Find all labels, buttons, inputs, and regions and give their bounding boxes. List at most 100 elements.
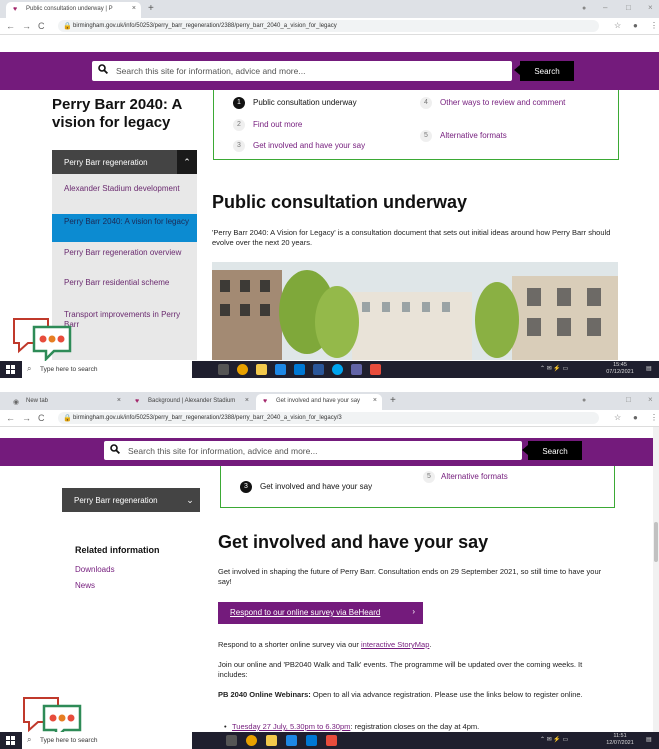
close-tab-icon[interactable]: × xyxy=(373,397,377,404)
taskbar-search-box[interactable]: ⌕ Type here to search xyxy=(22,732,192,749)
storymap-link[interactable]: interactive StoryMap xyxy=(361,640,429,649)
maximize-icon[interactable]: □ xyxy=(626,395,631,404)
contents-link[interactable]: Alternative formats xyxy=(440,131,507,141)
browser-tab-bar: ◉ New tab × ♥ Background | Alexander Sta… xyxy=(0,392,659,410)
url-text: birmingham.gov.uk/info/50253/perry_barr_… xyxy=(73,415,342,421)
tab-title: Public consultation underway | P xyxy=(26,6,113,12)
webinar-date-link[interactable]: Tuesday 27 July, 5.30pm to 6.30pm xyxy=(232,722,350,731)
back-icon[interactable]: ← xyxy=(6,413,15,423)
system-tray-icons[interactable]: ⌃ ✉ ⚡ ▭ xyxy=(540,365,568,372)
forward-icon[interactable]: → xyxy=(22,413,31,423)
intro-paragraph: Get involved in shaping the future of Pe… xyxy=(218,567,602,586)
heart-favicon-icon: ♥ xyxy=(135,398,140,405)
screenshot-1: ♥ Public consultation underway | P × + ●… xyxy=(0,0,659,378)
edge-icon[interactable] xyxy=(275,364,286,375)
subnav-item[interactable]: Perry Barr regeneration overview xyxy=(52,248,197,258)
clock-date: 07/12/2021 xyxy=(606,369,634,375)
subnav-item[interactable]: Alexander Stadium development xyxy=(52,184,197,194)
url-field[interactable]: 🔒 birmingham.gov.uk/info/50253/perry_bar… xyxy=(58,20,599,32)
file-explorer-icon[interactable] xyxy=(266,735,277,746)
notification-icon[interactable]: ▤ xyxy=(646,365,652,372)
browser-tab[interactable]: ♥ Background | Alexander Stadium × xyxy=(128,394,254,410)
windows-start-icon[interactable] xyxy=(6,736,15,745)
teams-icon[interactable] xyxy=(351,364,362,375)
beheard-survey-button[interactable]: Respond to our online survey via BeHeard… xyxy=(218,602,423,624)
related-information-heading: Related information xyxy=(75,545,160,555)
chat-widget-icon[interactable] xyxy=(12,313,82,363)
task-view-icon[interactable] xyxy=(218,364,229,375)
chrome-icon[interactable] xyxy=(237,364,248,375)
bookmark-star-icon[interactable]: ☆ xyxy=(614,413,621,422)
site-search-input[interactable]: Search this site for information, advice… xyxy=(92,61,512,81)
close-tab-icon[interactable]: × xyxy=(132,5,136,12)
related-link-downloads[interactable]: Downloads xyxy=(75,565,115,574)
profile-icon[interactable]: ● xyxy=(582,5,586,12)
site-header: Search this site for information, advice… xyxy=(0,52,659,90)
taskbar-clock[interactable]: 11:51 12/07/2021 xyxy=(600,733,640,747)
scrollbar-thumb[interactable] xyxy=(654,522,658,562)
browser-tab[interactable]: ◉ New tab × xyxy=(6,394,126,410)
page-scrollbar[interactable] xyxy=(653,427,659,732)
reload-icon[interactable]: C xyxy=(38,413,45,423)
taskbar-search-text: Type here to search xyxy=(40,366,98,373)
new-tab-icon[interactable]: + xyxy=(148,3,154,14)
taskbar-search-box[interactable]: ⌕ Type here to search xyxy=(22,361,192,378)
app-icon[interactable] xyxy=(370,364,381,375)
notification-icon[interactable]: ▤ xyxy=(646,736,652,743)
windows-taskbar: ⌕ Type here to search ⌃ ✉ ⚡ ▭ 11:51 12/0… xyxy=(0,732,659,749)
edge-icon[interactable] xyxy=(286,735,297,746)
profile-icon[interactable]: ● xyxy=(582,397,586,404)
taskbar-clock[interactable]: 15:45 07/12/2021 xyxy=(600,362,640,376)
heart-favicon-icon: ♥ xyxy=(13,6,18,13)
close-tab-icon[interactable]: × xyxy=(245,397,249,404)
close-tab-icon[interactable]: × xyxy=(117,397,121,404)
reload-icon[interactable]: C xyxy=(38,21,45,31)
contents-link[interactable]: Get involved and have your say xyxy=(253,141,365,151)
screenshot-2: ◉ New tab × ♥ Background | Alexander Sta… xyxy=(0,392,659,749)
tab-title: New tab xyxy=(26,398,49,404)
url-field[interactable]: 🔒 birmingham.gov.uk/info/50253/perry_bar… xyxy=(58,412,599,424)
browser-tab-active[interactable]: ♥ Get involved and have your say × xyxy=(256,394,382,410)
clock-date: 12/07/2021 xyxy=(606,740,634,746)
maximize-icon[interactable]: □ xyxy=(626,3,631,12)
section-menu-button[interactable]: Perry Barr regeneration ⌃ xyxy=(52,150,197,174)
account-icon[interactable]: ● xyxy=(633,413,638,422)
minimize-icon[interactable]: – xyxy=(603,3,607,12)
section-menu-button[interactable]: Perry Barr regeneration ⌄ xyxy=(62,488,200,512)
search-button[interactable]: Search xyxy=(522,441,582,460)
clock-time: 15:45 xyxy=(613,362,627,368)
search-button[interactable]: Search xyxy=(514,61,574,81)
contents-number: 3 xyxy=(233,140,245,152)
close-window-icon[interactable]: × xyxy=(648,395,653,404)
system-tray-icons[interactable]: ⌃ ✉ ⚡ ▭ xyxy=(540,736,568,743)
menu-icon[interactable]: ⋮ xyxy=(650,21,658,30)
windows-start-icon[interactable] xyxy=(6,365,15,374)
account-icon[interactable]: ● xyxy=(633,21,638,30)
subnav-item[interactable]: Perry Barr residential scheme xyxy=(52,278,197,288)
webinars-paragraph: PB 2040 Online Webinars: Open to all via… xyxy=(218,690,608,700)
menu-icon[interactable]: ⋮ xyxy=(650,413,658,422)
app-icon[interactable] xyxy=(326,735,337,746)
taskbar-search-text: Type here to search xyxy=(40,737,98,744)
search-icon xyxy=(98,64,108,74)
file-explorer-icon[interactable] xyxy=(256,364,267,375)
outlook-icon[interactable] xyxy=(306,735,317,746)
contents-link[interactable]: Other ways to review and comment xyxy=(440,98,570,108)
outlook-icon[interactable] xyxy=(294,364,305,375)
contents-link[interactable]: Find out more xyxy=(253,120,302,130)
related-link-news[interactable]: News xyxy=(75,581,95,590)
bookmark-star-icon[interactable]: ☆ xyxy=(614,21,621,30)
back-icon[interactable]: ← xyxy=(6,21,15,31)
word-icon[interactable] xyxy=(313,364,324,375)
chrome-icon[interactable] xyxy=(246,735,257,746)
contents-number-current: 3 xyxy=(240,481,252,493)
subnav-item-active[interactable]: Perry Barr 2040: A vision for legacy xyxy=(52,214,197,242)
site-search-input[interactable]: Search this site for information, advice… xyxy=(104,441,522,460)
task-view-icon[interactable] xyxy=(226,735,237,746)
new-tab-icon[interactable]: + xyxy=(390,395,396,406)
close-window-icon[interactable]: × xyxy=(648,3,653,12)
contents-link[interactable]: Alternative formats xyxy=(441,472,508,482)
browser-tab-active[interactable]: ♥ Public consultation underway | P × xyxy=(6,2,141,18)
browser-icon[interactable] xyxy=(332,364,343,375)
forward-icon[interactable]: → xyxy=(22,21,31,31)
